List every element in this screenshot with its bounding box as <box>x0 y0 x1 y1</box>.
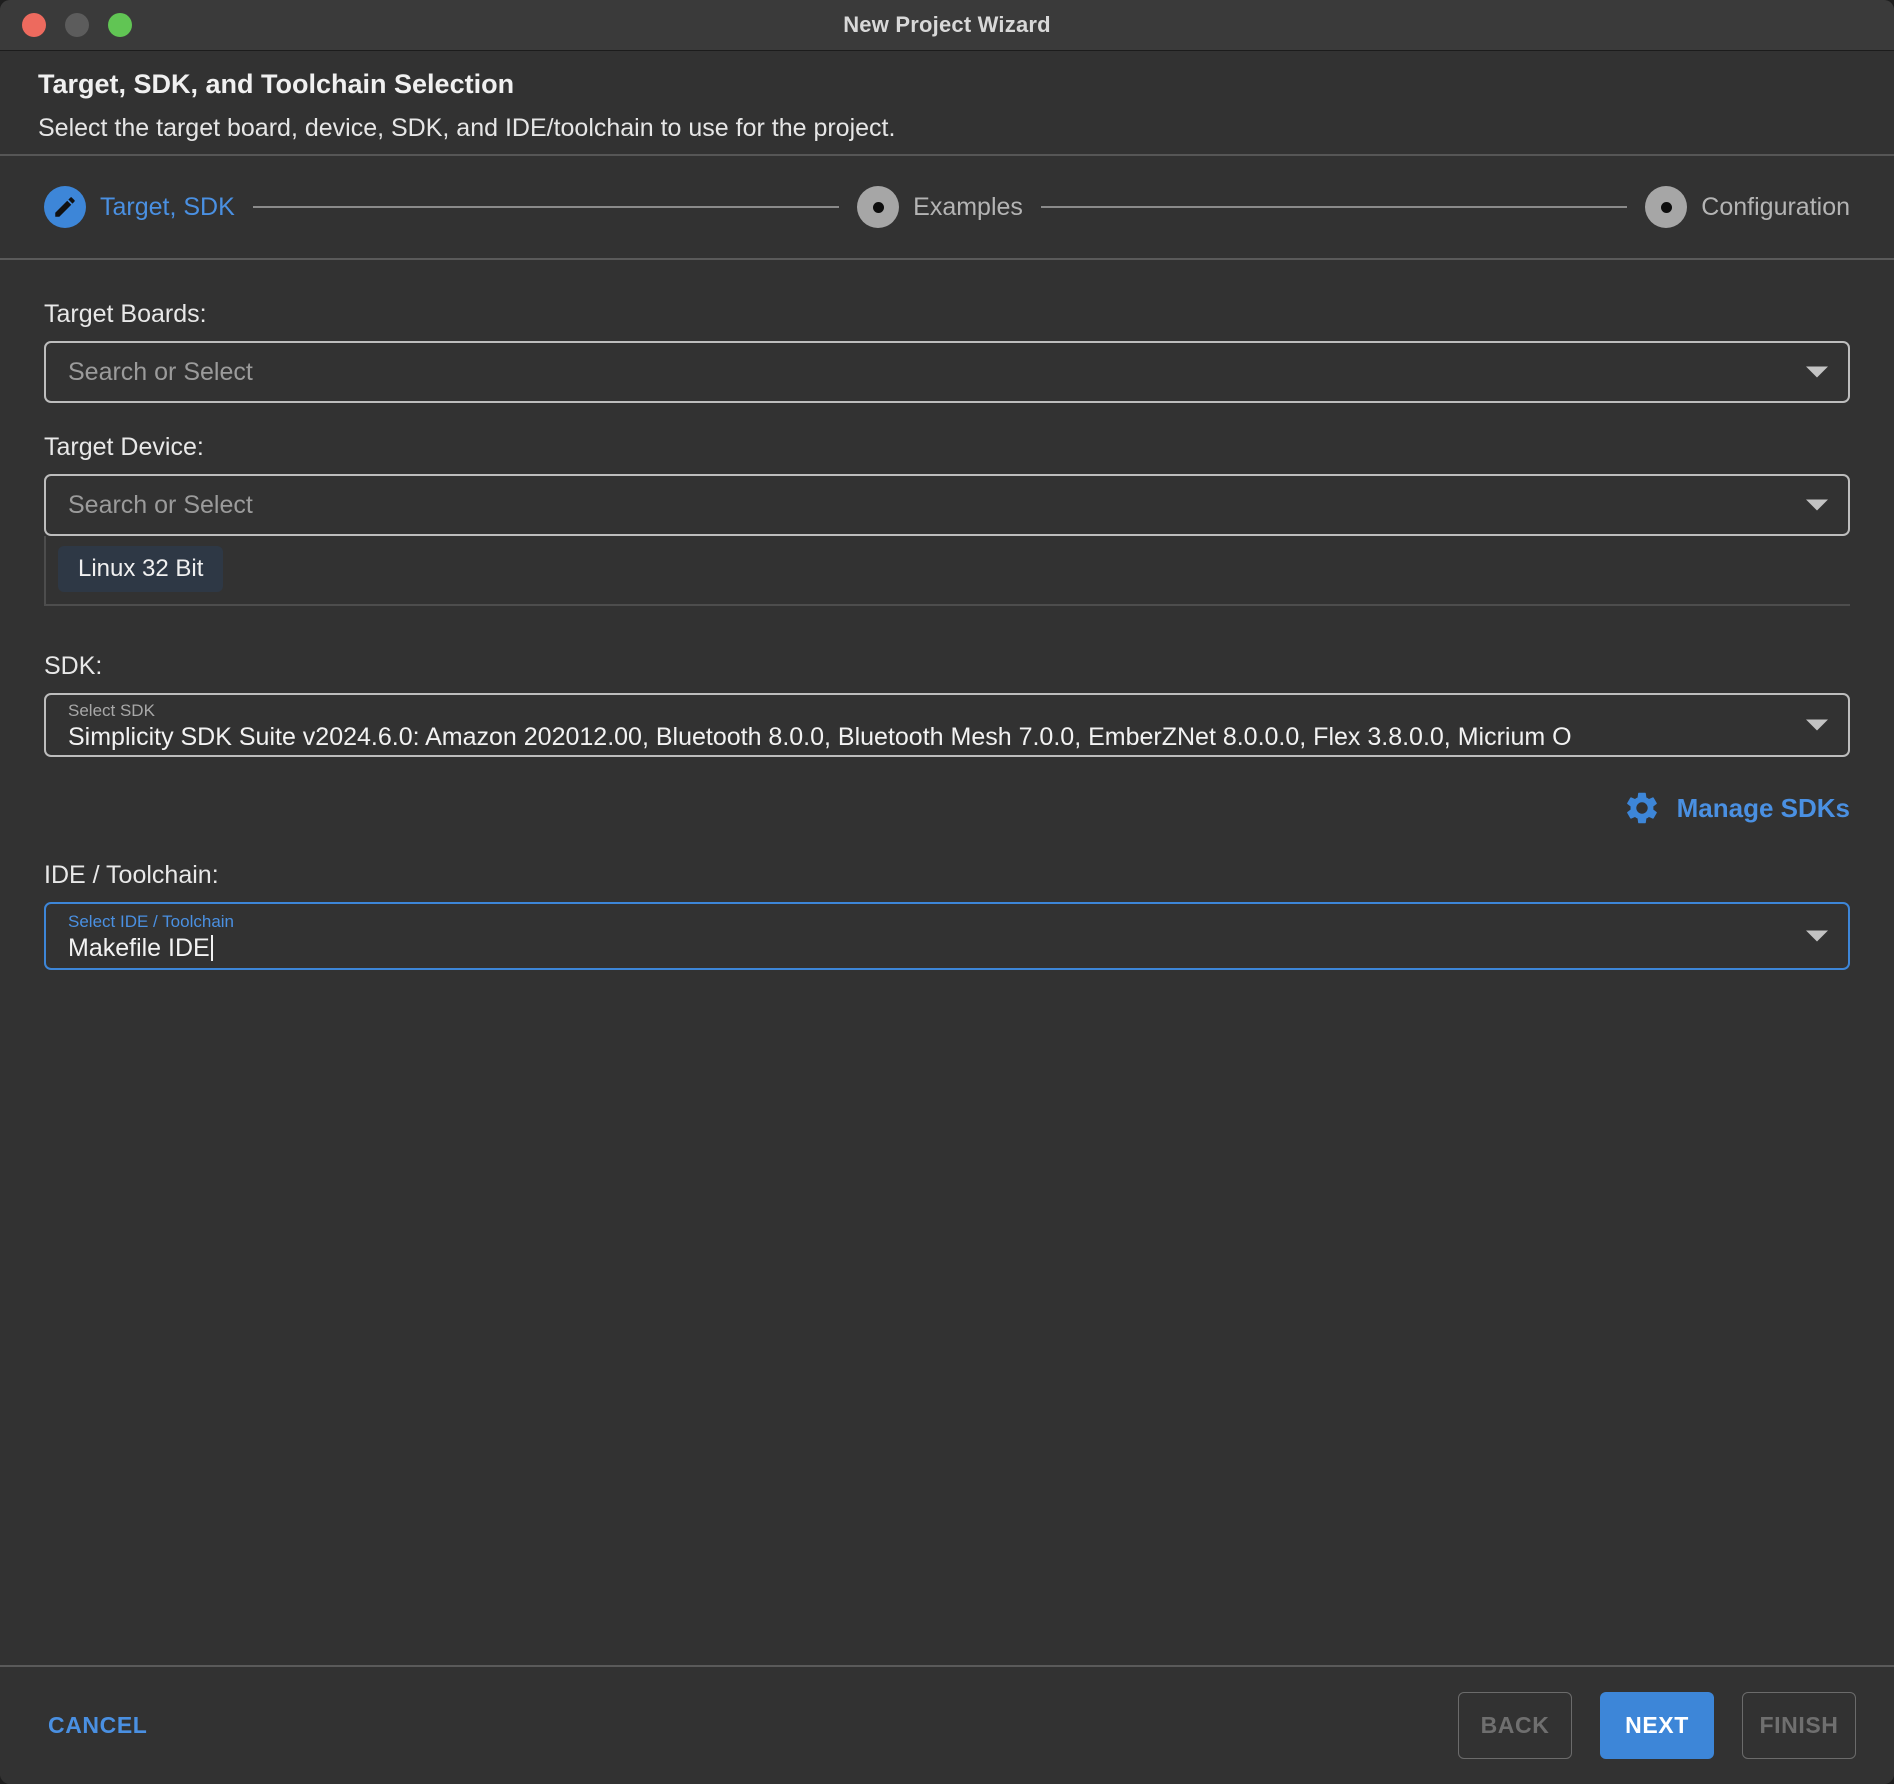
title-bar: New Project Wizard <box>0 0 1894 51</box>
stepper-connector-2 <box>1041 206 1627 208</box>
sdk-label: SDK: <box>44 652 1850 681</box>
target-device-chip-tray: Linux 32 Bit <box>44 536 1850 606</box>
step-examples-circle <box>857 186 899 228</box>
sdk-combobox[interactable]: Select SDK Simplicity SDK Suite v2024.6.… <box>44 693 1850 757</box>
stepper-connector-1 <box>253 206 839 208</box>
page-header: Target, SDK, and Toolchain Selection Sel… <box>0 51 1894 156</box>
chevron-down-icon[interactable] <box>1806 500 1828 511</box>
ide-toolchain-label: IDE / Toolchain: <box>44 861 1850 890</box>
window-controls <box>22 13 132 37</box>
minimize-button[interactable] <box>65 13 89 37</box>
finish-button[interactable]: FINISH <box>1742 1692 1856 1759</box>
back-button[interactable]: BACK <box>1458 1692 1572 1759</box>
ide-toolchain-float-label: Select IDE / Toolchain <box>68 913 234 932</box>
page-title: Target, SDK, and Toolchain Selection <box>38 69 1894 100</box>
window-title: New Project Wizard <box>0 12 1894 38</box>
sdk-float-label: Select SDK <box>68 702 155 721</box>
target-boards-combobox[interactable]: Search or Select <box>44 341 1850 403</box>
target-boards-label: Target Boards: <box>44 300 1850 329</box>
target-device-combobox[interactable]: Search or Select <box>44 474 1850 536</box>
sdk-value: Simplicity SDK Suite v2024.6.0: Amazon 2… <box>68 724 1572 752</box>
text-cursor <box>211 935 213 961</box>
chevron-down-icon[interactable] <box>1806 720 1828 731</box>
target-boards-placeholder: Search or Select <box>68 358 253 387</box>
manage-sdks-row: Manage SDKs <box>44 789 1850 827</box>
ide-toolchain-combobox[interactable]: Select IDE / Toolchain Makefile IDE <box>44 902 1850 970</box>
step-target-sdk-circle <box>44 186 86 228</box>
chevron-down-icon[interactable] <box>1806 367 1828 378</box>
chevron-down-icon[interactable] <box>1806 931 1828 942</box>
spacer <box>44 606 1850 652</box>
page-subtitle: Select the target board, device, SDK, an… <box>38 114 1894 143</box>
next-button[interactable]: NEXT <box>1600 1692 1714 1759</box>
spacer <box>44 403 1850 433</box>
wizard-body: Target Boards: Search or Select Target D… <box>0 260 1894 1665</box>
step-examples-label: Examples <box>913 193 1023 222</box>
maximize-button[interactable] <box>108 13 132 37</box>
pencil-icon <box>52 194 78 220</box>
wizard-stepper: Target, SDK Examples Configuration <box>0 156 1894 260</box>
step-configuration-label: Configuration <box>1701 193 1850 222</box>
step-configuration[interactable]: Configuration <box>1645 186 1850 228</box>
ide-toolchain-value: Makefile IDE <box>68 935 210 962</box>
wizard-footer: CANCEL BACK NEXT FINISH <box>0 1665 1894 1784</box>
step-configuration-circle <box>1645 186 1687 228</box>
manage-sdks-link[interactable]: Manage SDKs <box>1677 793 1850 824</box>
chip-linux-32-bit[interactable]: Linux 32 Bit <box>58 546 223 592</box>
dot-icon <box>873 202 884 213</box>
gear-icon[interactable] <box>1623 789 1661 827</box>
target-device-label: Target Device: <box>44 433 1850 462</box>
ide-toolchain-value-wrap: Makefile IDE <box>68 935 213 963</box>
new-project-wizard-window: New Project Wizard Target, SDK, and Tool… <box>0 0 1894 1784</box>
step-target-sdk[interactable]: Target, SDK <box>44 186 235 228</box>
step-examples[interactable]: Examples <box>857 186 1023 228</box>
close-button[interactable] <box>22 13 46 37</box>
step-target-sdk-label: Target, SDK <box>100 193 235 222</box>
cancel-button[interactable]: CANCEL <box>48 1712 147 1739</box>
dot-icon <box>1661 202 1672 213</box>
target-device-placeholder: Search or Select <box>68 491 253 520</box>
